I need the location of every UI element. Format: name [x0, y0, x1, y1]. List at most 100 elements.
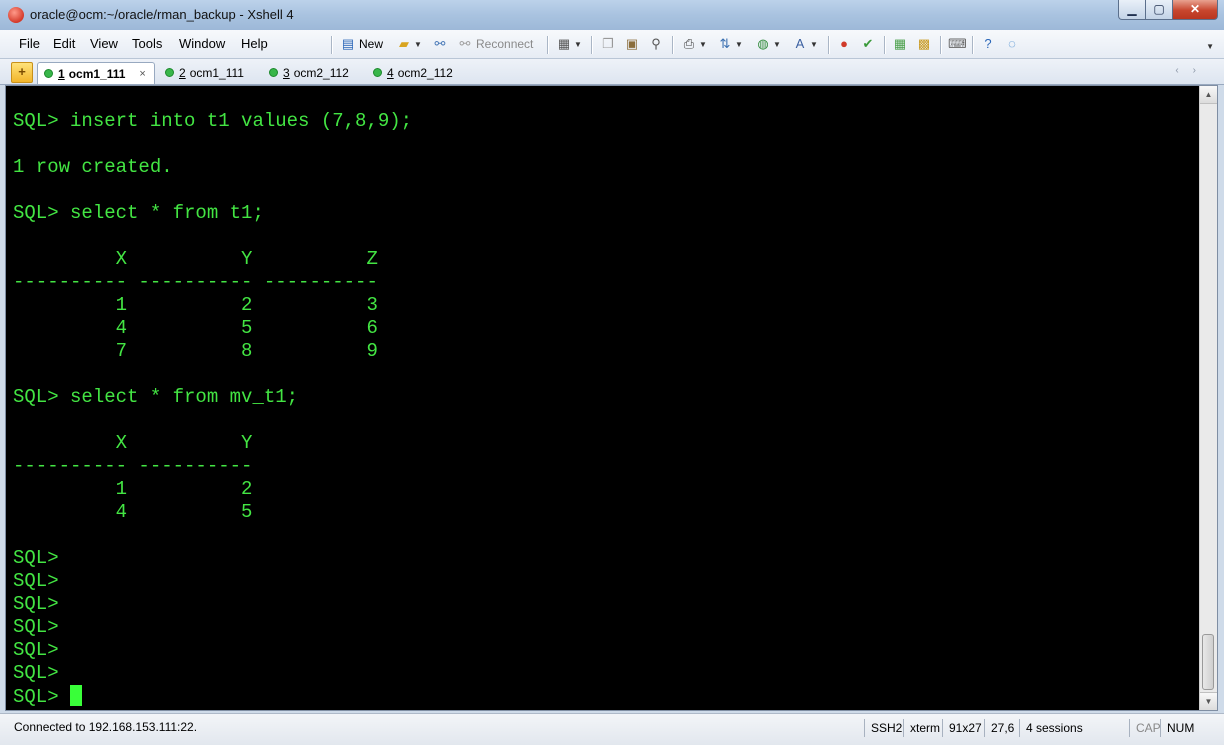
close-tab-icon[interactable]: ×	[139, 68, 145, 80]
properties-button[interactable]: ▦ ▼	[556, 35, 582, 53]
caps-lock-indicator: CAP	[1129, 719, 1161, 737]
chevron-down-icon: ▼	[810, 39, 818, 49]
terminal-line: ---------- ---------- ----------	[13, 271, 378, 293]
keyboard-button[interactable]: ⌨	[948, 35, 967, 53]
tab-number: 2	[179, 65, 186, 80]
toolbar-separator	[972, 36, 974, 54]
connected-status-icon	[373, 68, 382, 77]
terminal-line: SQL>	[13, 570, 59, 592]
title-bar: oracle@ocm:~/oracle/rman_backup - Xshell…	[0, 0, 1224, 31]
num-lock-indicator: NUM	[1160, 719, 1194, 737]
menu-tools[interactable]: Tools	[132, 36, 162, 51]
menu-toolbar: File Edit View Tools Window Help ▤ New ▰…	[0, 30, 1224, 59]
menu-view[interactable]: View	[90, 36, 118, 51]
window-title: oracle@ocm:~/oracle/rman_backup - Xshell…	[30, 7, 294, 22]
close-button[interactable]: ✕	[1173, 0, 1218, 20]
font-button[interactable]: A ▼	[792, 35, 818, 53]
toolbar-separator	[591, 36, 593, 54]
xftp-button[interactable]: ●	[836, 35, 852, 53]
toolbar-separator	[940, 36, 942, 54]
folder-icon: ▰	[399, 36, 409, 51]
layout-button[interactable]: ▦	[892, 35, 908, 53]
new-session-icon: ▤	[341, 36, 355, 51]
toolbar-separator	[828, 36, 830, 54]
terminal-type-status: xterm	[903, 719, 940, 737]
status-bar: Connected to 192.168.153.111:22. SSH2 xt…	[0, 713, 1224, 745]
keyboard-icon: ⌨	[948, 36, 967, 51]
copy-button[interactable]: ❐	[600, 35, 616, 53]
layout-icon: ▦	[893, 36, 907, 51]
tab-label: ocm2_112	[397, 65, 453, 80]
connect-button[interactable]: ⚯	[432, 35, 448, 53]
terminal-line: SQL> select * from t1;	[13, 202, 264, 224]
terminal-line: 4 5	[115, 501, 253, 523]
transfer-button[interactable]: ⇅ ▼	[717, 35, 743, 53]
chevron-down-icon: ▼	[735, 39, 743, 49]
scroll-down-icon[interactable]: ▼	[1200, 692, 1217, 710]
paste-button[interactable]: ▣	[624, 35, 640, 53]
terminal-line: X Y	[115, 432, 253, 454]
chevron-down-icon: ▼	[773, 39, 781, 49]
cursor-position-status: 27,6	[984, 719, 1014, 737]
globe-icon: ◍	[757, 36, 769, 51]
xshell-app-icon[interactable]	[8, 7, 24, 23]
scroll-up-icon[interactable]: ▲	[1200, 86, 1217, 104]
terminal-output[interactable]: SQL> insert into t1 values (7,8,9); 1 ro…	[13, 110, 412, 709]
chevron-down-icon: ▼	[699, 39, 707, 49]
chevron-down-icon: ▼	[414, 39, 422, 49]
new-session-button[interactable]: ▤ New	[340, 35, 383, 53]
toolbar-separator	[672, 36, 674, 54]
tab-session-1[interactable]: 1 ocm1_111 ×	[37, 62, 155, 84]
properties-icon: ▦	[557, 36, 571, 51]
toolbar-overflow-icon[interactable]: ▼	[1206, 42, 1214, 51]
menu-edit[interactable]: Edit	[53, 36, 75, 51]
connection-status: Connected to 192.168.153.111:22.	[14, 720, 198, 734]
copy-icon: ❐	[602, 36, 614, 51]
window-controls: ▁ ▢ ✕	[1118, 0, 1218, 20]
tab-label: ocm2_112	[293, 65, 349, 80]
menu-window[interactable]: Window	[179, 36, 225, 51]
find-button[interactable]: ⚲	[648, 35, 664, 53]
terminal-line: SQL> insert into t1 values (7,8,9);	[13, 110, 413, 132]
tab-session-2[interactable]: 2 ocm1_111	[165, 62, 244, 83]
protocol-status: SSH2	[864, 719, 902, 737]
transfer-icon: ⇅	[719, 36, 731, 51]
new-session-label: New	[359, 37, 384, 51]
script-icon: ✔	[862, 36, 874, 51]
chevron-down-icon: ▼	[574, 39, 582, 49]
terminal-pane[interactable]: SQL> insert into t1 values (7,8,9); 1 ro…	[5, 85, 1218, 711]
print-button[interactable]: ⎙ ▼	[681, 35, 707, 53]
reconnect-icon: ⚯	[459, 36, 471, 51]
tab-label: ocm1_111	[68, 66, 126, 81]
open-folder-button[interactable]: ▰ ▼	[396, 35, 422, 53]
menu-help[interactable]: Help	[241, 36, 268, 51]
toolbar-separator	[884, 36, 886, 54]
menu-file[interactable]: File	[19, 36, 40, 51]
chat-button[interactable]: ◌	[1004, 35, 1020, 53]
terminal-prompt: SQL>	[13, 686, 71, 708]
terminal-scrollbar[interactable]: ▲ ▼	[1199, 86, 1217, 710]
terminal-history: SQL> insert into t1 values (7,8,9); 1 ro…	[13, 110, 412, 684]
chat-bubble-icon: ◌	[1008, 36, 1016, 51]
help-button[interactable]: ?	[980, 35, 996, 53]
lock-icon: ▩	[917, 36, 931, 51]
lock-button[interactable]: ▩	[916, 35, 932, 53]
tab-session-4[interactable]: 4 ocm2_112	[373, 62, 453, 83]
reconnect-label: Reconnect	[476, 37, 534, 51]
terminal-line: X Y Z	[115, 248, 378, 270]
minimize-button[interactable]: ▁	[1118, 0, 1146, 20]
terminal-line: 1 2	[115, 478, 253, 500]
maximize-button[interactable]: ▢	[1146, 0, 1173, 20]
terminal-line: SQL>	[13, 639, 59, 661]
scrollbar-thumb[interactable]	[1202, 634, 1214, 690]
search-icon: ⚲	[651, 36, 661, 51]
script-button[interactable]: ✔	[860, 35, 876, 53]
tab-number: 1	[58, 66, 65, 81]
terminal-line: 1 2 3	[115, 294, 378, 316]
reconnect-button[interactable]: ⚯ Reconnect	[457, 35, 534, 53]
terminal-cursor	[70, 685, 83, 706]
add-tab-button[interactable]: +	[11, 62, 33, 83]
tab-session-3[interactable]: 3 ocm2_112	[269, 62, 349, 83]
globe-button[interactable]: ◍ ▼	[755, 35, 781, 53]
tab-scroll-arrows[interactable]: ‹›	[1175, 65, 1210, 76]
